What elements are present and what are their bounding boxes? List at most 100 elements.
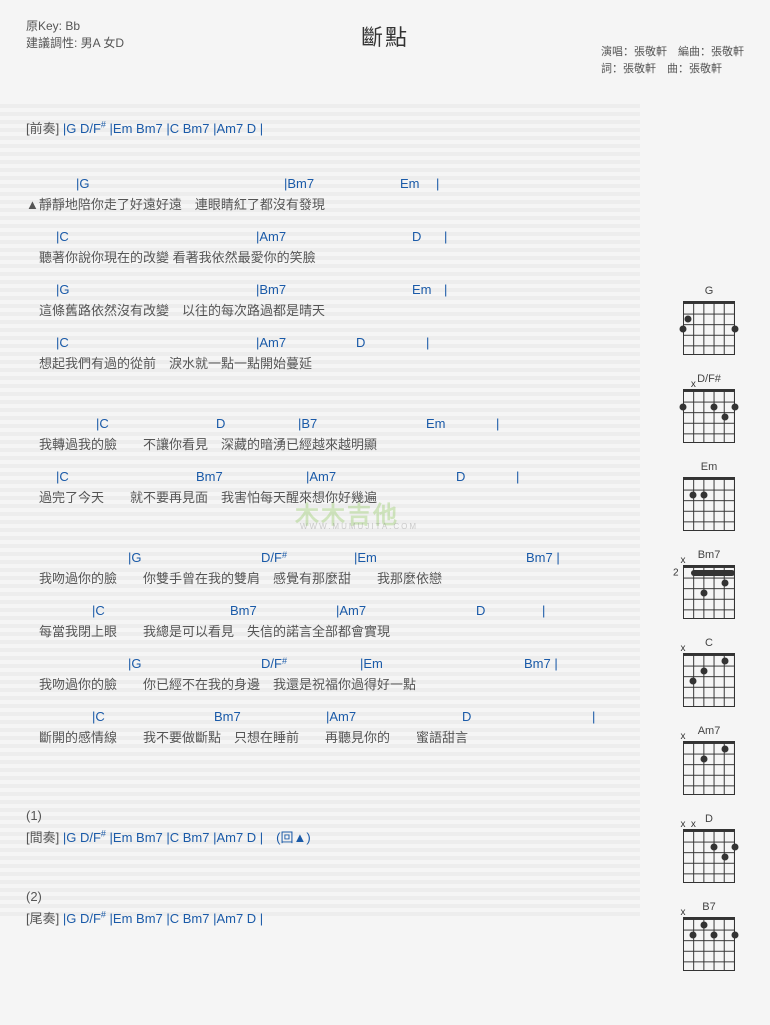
chord-segment: |B7: [298, 416, 317, 431]
chord-segment: |Em: [354, 550, 377, 565]
lyric-block: |GD/F#|EmBm7 | 我吻過你的臉 你已經不在我的身邊 我還是祝福你過得…: [26, 656, 636, 691]
chord-segment: |Am7: [336, 603, 366, 618]
chord-segment: |: [496, 416, 499, 431]
chord-segment: |: [436, 176, 439, 191]
section-number: (2): [26, 889, 636, 904]
chord-label: Em: [672, 461, 746, 473]
chord-grid: x x: [683, 829, 735, 883]
interlude-line: [尾奏] |G D/F# |Em Bm7 |C Bm7 |Am7 D |: [26, 908, 636, 928]
chord-segment: Bm7: [230, 603, 257, 618]
chord-segment: D/F#: [261, 550, 282, 565]
lyric-block: |C Bm7 |Am7 D | 每當我閉上眼 我總是可以看見 失信的諾言全部都會實現: [26, 603, 636, 638]
chord-segment: |C: [56, 469, 69, 484]
credits-line-1: 演唱：張敬軒 編曲：張敬軒: [601, 44, 744, 61]
chord-diagram-g: G: [672, 285, 746, 355]
chord-segment: D: [412, 229, 421, 244]
lyric-block: |GD/F#|EmBm7 | 我吻過你的臉 你雙手曾在我的雙肩 感覺有那麼甜 我…: [26, 550, 636, 585]
chord-segment: |: [592, 709, 595, 724]
chord-line: |C Bm7 |Am7 D |: [26, 709, 636, 727]
chord-segment: D/F#: [261, 656, 282, 671]
chord-diagram-b7: B7 x: [672, 901, 746, 971]
chord-grid: x: [683, 917, 735, 971]
chord-segment: |G: [56, 282, 70, 297]
chord-grid: [683, 477, 735, 531]
chord-segment: D: [476, 603, 485, 618]
chord-segment: |: [444, 229, 447, 244]
interlude-chords: |G D/F# |Em Bm7 |C Bm7 |Am7 D | (回▲): [63, 830, 311, 845]
lyric-block: |CD|B7Em| 我轉過我的臉 不讓你看見 深藏的暗湧已經越來越明顯: [26, 416, 636, 451]
lyric-line: 我轉過我的臉 不讓你看見 深藏的暗湧已經越來越明顯: [26, 434, 636, 451]
chord-grid: x: [683, 741, 735, 795]
chord-segment: |: [444, 282, 447, 297]
lyric-block: |C Bm7 |Am7 D | 斷開的感情線 我不要做斷點 只想在睡前 再聽見你的 蜜語…: [26, 709, 636, 744]
chord-segment: |C: [92, 603, 105, 618]
credits-line-2: 詞：張敬軒 曲：張敬軒: [601, 61, 744, 78]
credits: 演唱：張敬軒 編曲：張敬軒 詞：張敬軒 曲：張敬軒: [601, 44, 744, 78]
intro-chords: |G D/F# |Em Bm7 |C Bm7 |Am7 D |: [63, 121, 263, 136]
chord-segment: |G: [76, 176, 90, 191]
chord-line: |C |Am7 D |: [26, 229, 636, 247]
lyric-block: |C|Am7D| 想起我們有過的從前 淚水就一點一點開始蔓延: [26, 335, 636, 370]
chord-segment: Bm7: [214, 709, 241, 724]
chord-segment: |: [542, 603, 545, 618]
chord-segment: |C: [92, 709, 105, 724]
chord-segment: |C: [56, 229, 69, 244]
lyric-line: 這條舊路依然沒有改變 以往的每次路過都是晴天: [26, 300, 636, 317]
chord-diagram-bm7: Bm7 x 2: [672, 549, 746, 619]
lyric-line: 想起我們有過的從前 淚水就一點一點開始蔓延: [26, 353, 636, 370]
chord-diagram-dfsharp: D/F# x: [672, 373, 746, 443]
chord-segment: |Am7: [326, 709, 356, 724]
chord-line: |GD/F#|EmBm7 |: [26, 656, 636, 674]
interlude-label: [間奏]: [26, 830, 59, 845]
chord-segment: Em: [426, 416, 446, 431]
chord-label: D/F#: [672, 373, 746, 385]
chord-line: |G |Bm7 Em |: [26, 176, 636, 194]
chord-segment: D: [356, 335, 365, 350]
intro-line: [前奏] |G D/F# |Em Bm7 |C Bm7 |Am7 D |: [26, 118, 636, 138]
lyric-line: ▲靜靜地陪你走了好遠好遠 連眼睛紅了都沒有發現: [26, 194, 636, 211]
chord-segment: D: [216, 416, 225, 431]
song-title: 斷點: [361, 20, 409, 52]
lyric-block: |C |Am7 D | 聽著你說你現在的改變 看著我依然最愛你的笑臉: [26, 229, 636, 264]
chord-segment: |Am7: [306, 469, 336, 484]
chord-line: |GD/F#|EmBm7 |: [26, 550, 636, 568]
chord-segment: Em: [412, 282, 432, 297]
chord-line: |G |Bm7 Em |: [26, 282, 636, 300]
lyric-line: 過完了今天 就不要再見面 我害怕每天醒來想你好幾遍: [26, 487, 636, 504]
chord-segment: Bm7 |: [524, 656, 558, 671]
section-number: (1): [26, 808, 636, 823]
chord-diagrams: G D/F# x Em Bm7 x 2: [672, 285, 746, 989]
chord-label: G: [672, 285, 746, 297]
chord-grid: x 2: [683, 565, 735, 619]
chord-diagram-c: C x: [672, 637, 746, 707]
chord-segment: Em: [400, 176, 420, 191]
interlude-chords: |G D/F# |Em Bm7 |C Bm7 |Am7 D |: [63, 911, 263, 926]
chord-segment: |Bm7: [256, 282, 286, 297]
chord-segment: |Am7: [256, 229, 286, 244]
lyric-line: 聽著你說你現在的改變 看著我依然最愛你的笑臉: [26, 247, 636, 264]
chord-segment: |C: [56, 335, 69, 350]
chord-diagram-am7: Am7 x: [672, 725, 746, 795]
lyric-line: 斷開的感情線 我不要做斷點 只想在睡前 再聽見你的 蜜語甜言: [26, 727, 636, 744]
lyric-block: |G |Bm7 Em | ▲靜靜地陪你走了好遠好遠 連眼睛紅了都沒有發現: [26, 176, 636, 211]
chord-segment: |G: [128, 656, 142, 671]
lyric-block: |CBm7|Am7D| 過完了今天 就不要再見面 我害怕每天醒來想你好幾遍: [26, 469, 636, 504]
chord-segment: D: [462, 709, 471, 724]
chord-line: |C|Am7D|: [26, 335, 636, 353]
sheet-body: [前奏] |G D/F# |Em Bm7 |C Bm7 |Am7 D | |G|…: [26, 88, 636, 952]
chord-diagram-em: Em: [672, 461, 746, 531]
chord-segment: |Bm7: [284, 176, 314, 191]
key-info: 原Key: Bb 建議調性: 男A 女D: [26, 18, 124, 52]
chord-grid: x: [683, 389, 735, 443]
chord-line: |C Bm7 |Am7 D |: [26, 603, 636, 621]
interlude-line: [間奏] |G D/F# |Em Bm7 |C Bm7 |Am7 D | (回▲…: [26, 827, 636, 847]
lyric-line: 我吻過你的臉 你已經不在我的身邊 我還是祝福你過得好一點: [26, 674, 636, 691]
chord-segment: |: [516, 469, 519, 484]
chord-segment: D: [456, 469, 465, 484]
chord-segment: |G: [128, 550, 142, 565]
original-key: 原Key: Bb: [26, 18, 124, 35]
interlude-label: [尾奏]: [26, 911, 59, 926]
chord-line: |CD|B7Em|: [26, 416, 636, 434]
header: 原Key: Bb 建議調性: 男A 女D 斷點 演唱：張敬軒 編曲：張敬軒 詞：…: [26, 18, 744, 88]
lyric-line: 每當我閉上眼 我總是可以看見 失信的諾言全部都會實現: [26, 621, 636, 638]
